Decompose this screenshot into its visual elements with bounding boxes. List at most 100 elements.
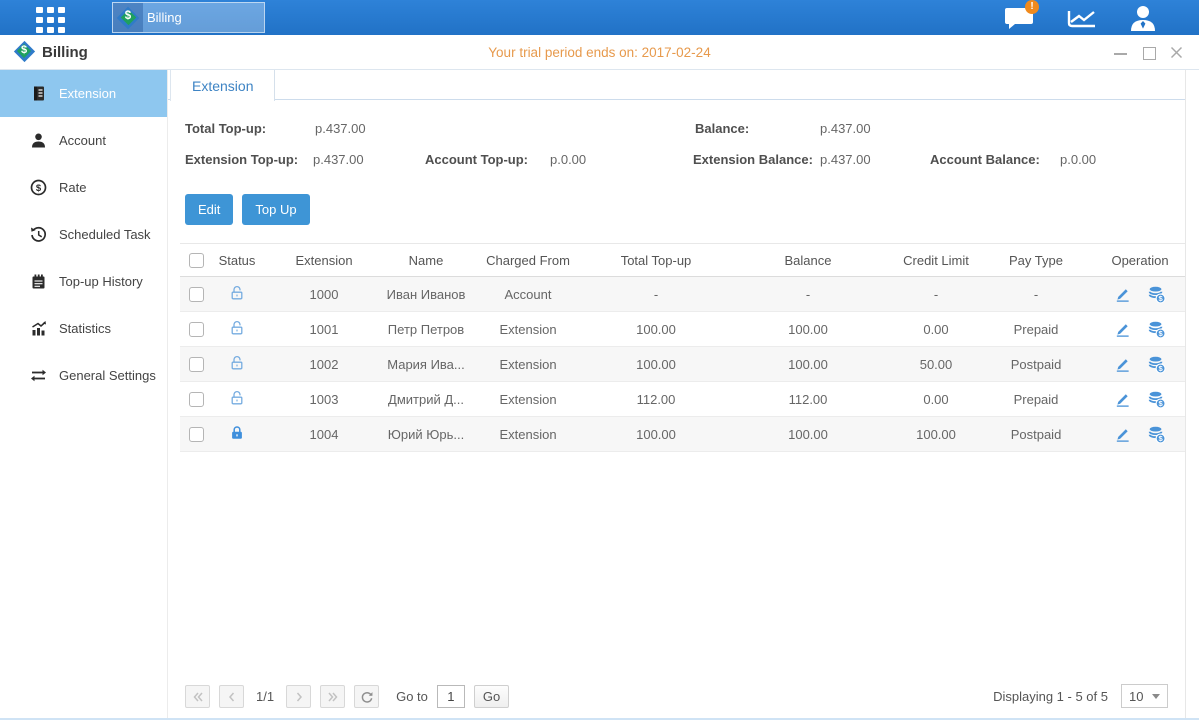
page-indicator: 1/1 xyxy=(256,689,274,704)
row-checkbox[interactable] xyxy=(189,322,204,337)
transfer-arrows-icon xyxy=(30,367,47,384)
top-up-coins-icon[interactable]: $ xyxy=(1147,390,1166,409)
user-account-icon[interactable] xyxy=(1127,3,1161,33)
cell-extension: 1001 xyxy=(262,322,386,337)
top-up-coins-icon[interactable]: $ xyxy=(1147,285,1166,304)
cell-credit-limit: 0.00 xyxy=(894,392,978,407)
total-topup-label: Total Top-up: xyxy=(185,121,266,136)
go-button[interactable]: Go xyxy=(474,685,509,708)
line-chart-icon[interactable] xyxy=(1065,3,1099,33)
row-checkbox[interactable] xyxy=(189,287,204,302)
cell-total-topup: 112.00 xyxy=(590,392,722,407)
account-topup-label: Account Top-up: xyxy=(425,152,528,167)
row-checkbox[interactable] xyxy=(189,427,204,442)
sidebar: Extension Account $ Rate Scheduled Task … xyxy=(0,70,168,718)
cell-credit-limit: 50.00 xyxy=(894,357,978,372)
table-header-row: Status Extension Name Charged From Total… xyxy=(180,243,1186,277)
billing-app-icon: $ xyxy=(117,7,139,29)
action-buttons: Edit Top Up xyxy=(185,194,310,225)
billing-window-icon: $ xyxy=(14,41,34,61)
close-button[interactable] xyxy=(1170,46,1183,59)
goto-label: Go to xyxy=(396,689,428,704)
column-header-extension: Extension xyxy=(262,253,386,268)
column-header-balance: Balance xyxy=(722,253,894,268)
row-checkbox[interactable] xyxy=(189,357,204,372)
column-header-credit-limit: Credit Limit xyxy=(894,253,978,268)
prev-page-button[interactable] xyxy=(219,685,244,708)
cell-name: Мария Ива... xyxy=(386,357,466,372)
window-controls xyxy=(1114,35,1183,70)
cell-pay-type: Postpaid xyxy=(978,427,1094,442)
sidebar-item-scheduled-task[interactable]: Scheduled Task xyxy=(0,211,167,258)
column-header-status: Status xyxy=(212,253,262,268)
first-page-button[interactable] xyxy=(185,685,210,708)
unlock-icon xyxy=(212,390,262,409)
sidebar-item-label: Top-up History xyxy=(59,274,143,289)
trial-notice: Your trial period ends on: 2017-02-24 xyxy=(488,45,710,60)
cell-credit-limit: 0.00 xyxy=(894,322,978,337)
notebook-icon xyxy=(30,273,47,290)
cell-pay-type: Prepaid xyxy=(978,392,1094,407)
sidebar-item-label: Statistics xyxy=(59,321,111,336)
column-header-pay-type: Pay Type xyxy=(978,253,1094,268)
cell-balance: 100.00 xyxy=(722,357,894,372)
window-title: Billing xyxy=(42,44,88,61)
cell-pay-type: - xyxy=(978,287,1094,302)
messages-icon[interactable]: ! xyxy=(1003,3,1037,33)
person-icon xyxy=(30,132,47,149)
unlock-icon xyxy=(212,320,262,339)
cell-pay-type: Postpaid xyxy=(978,357,1094,372)
column-header-charged-from: Charged From xyxy=(466,253,590,268)
minimize-button[interactable] xyxy=(1114,46,1127,59)
edit-pencil-icon[interactable] xyxy=(1114,356,1131,373)
column-header-operation: Operation xyxy=(1094,253,1186,268)
sidebar-item-account[interactable]: Account xyxy=(0,117,167,164)
table-row: 1002 Мария Ива... Extension 100.00 100.0… xyxy=(180,347,1186,382)
cell-extension: 1000 xyxy=(262,287,386,302)
row-checkbox[interactable] xyxy=(189,392,204,407)
sidebar-item-topup-history[interactable]: Top-up History xyxy=(0,258,167,305)
ledger-icon xyxy=(30,85,47,102)
main-content: Extension Total Top-up: p.437.00 Balance… xyxy=(168,70,1199,718)
billing-app-window: $ Billing ! $ Billing Your trial period … xyxy=(0,0,1199,720)
next-page-button[interactable] xyxy=(286,685,311,708)
top-up-button[interactable]: Top Up xyxy=(242,194,309,225)
goto-page-input[interactable] xyxy=(437,685,465,708)
taskbar: $ Billing ! xyxy=(0,0,1199,35)
edit-pencil-icon[interactable] xyxy=(1114,391,1131,408)
chevron-down-icon xyxy=(1152,694,1160,699)
sidebar-item-extension[interactable]: Extension xyxy=(0,70,167,117)
tab-bar: Extension xyxy=(168,70,1186,100)
last-page-button[interactable] xyxy=(320,685,345,708)
edit-pencil-icon[interactable] xyxy=(1114,426,1131,443)
top-up-coins-icon[interactable]: $ xyxy=(1147,425,1166,444)
account-balance-label: Account Balance: xyxy=(930,152,1040,167)
top-up-coins-icon[interactable]: $ xyxy=(1147,320,1166,339)
sidebar-item-label: Scheduled Task xyxy=(59,227,151,242)
top-up-coins-icon[interactable]: $ xyxy=(1147,355,1166,374)
clock-icon xyxy=(30,226,47,243)
table-row: 1000 Иван Иванов Account - - - - $ xyxy=(180,277,1186,312)
page-size-select[interactable]: 10 xyxy=(1121,684,1168,708)
extension-table: Status Extension Name Charged From Total… xyxy=(180,243,1186,452)
maximize-button[interactable] xyxy=(1142,46,1155,59)
tab-extension[interactable]: Extension xyxy=(170,70,275,101)
apps-grid-icon[interactable] xyxy=(36,7,65,33)
sidebar-item-rate[interactable]: $ Rate xyxy=(0,164,167,211)
sidebar-item-general-settings[interactable]: General Settings xyxy=(0,352,167,399)
edit-pencil-icon[interactable] xyxy=(1114,286,1131,303)
bar-chart-icon xyxy=(30,320,47,337)
taskbar-tab-billing[interactable]: $ Billing xyxy=(112,2,265,33)
select-all-checkbox[interactable] xyxy=(189,253,204,268)
cell-total-topup: 100.00 xyxy=(590,357,722,372)
sidebar-item-statistics[interactable]: Statistics xyxy=(0,305,167,352)
tab-extension-label: Extension xyxy=(192,78,253,94)
edit-pencil-icon[interactable] xyxy=(1114,321,1131,338)
cell-credit-limit: 100.00 xyxy=(894,427,978,442)
account-topup-value: p.0.00 xyxy=(550,152,586,167)
sidebar-item-label: Extension xyxy=(59,86,116,101)
refresh-icon[interactable] xyxy=(354,685,379,708)
edit-button[interactable]: Edit xyxy=(185,194,233,225)
notification-badge: ! xyxy=(1025,0,1039,14)
total-topup-value: p.437.00 xyxy=(315,121,366,136)
